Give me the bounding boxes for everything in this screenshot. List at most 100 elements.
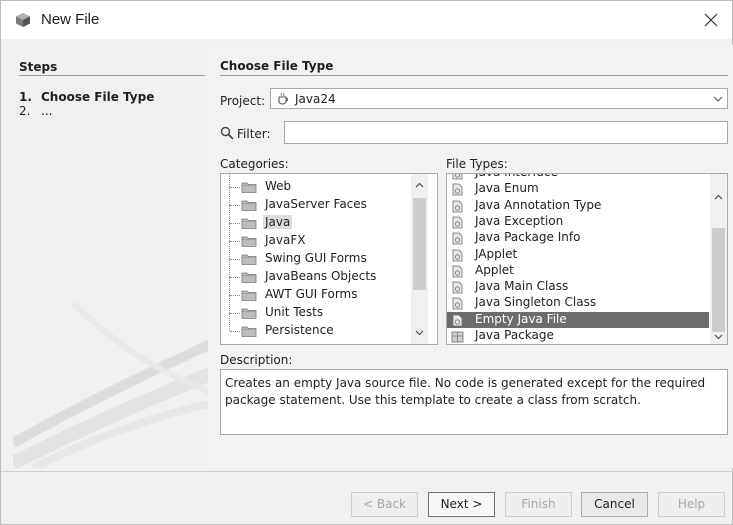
folder-icon — [241, 326, 257, 337]
file-type-item[interactable]: Java Package — [447, 328, 709, 344]
tree-guide — [229, 187, 230, 205]
java-file-icon — [452, 232, 463, 245]
category-label: JavaServer Faces — [265, 197, 367, 211]
step-label: ... — [41, 104, 53, 118]
java-file-icon — [452, 183, 463, 196]
categories-tree[interactable]: Web JavaServer Faces Java JavaFX Swing GUI F… — [220, 173, 438, 345]
file-type-item[interactable]: Applet — [447, 263, 709, 279]
category-item[interactable]: Persistence — [221, 313, 411, 340]
category-label: JavaBeans Objects — [265, 269, 377, 283]
category-label: AWT GUI Forms — [265, 287, 358, 301]
category-item[interactable]: Java — [221, 205, 411, 232]
java-file-icon — [452, 281, 463, 294]
category-item[interactable]: JavaBeans Objects — [221, 259, 411, 286]
title-bar: New File — [1, 1, 732, 39]
window-title: New File — [41, 11, 100, 28]
file-type-item[interactable]: Java Singleton Class — [447, 295, 709, 311]
java-file-icon — [452, 265, 463, 278]
netbeans-cube-icon — [16, 13, 30, 27]
file-type-item[interactable]: Java Package Info — [447, 230, 709, 246]
folder-icon — [241, 290, 257, 301]
project-value: Java24 — [295, 92, 336, 106]
description-text: Creates an empty Java source file. No co… — [220, 369, 728, 435]
new-file-dialog: New File Steps 1. Choose File Type 2.... … — [0, 0, 733, 525]
folder-icon — [241, 182, 257, 193]
java-file-icon — [452, 249, 463, 261]
tree-guide — [230, 277, 240, 278]
step-label: Choose File Type — [41, 90, 155, 104]
file-type-label: Java Exception — [475, 213, 564, 228]
scroll-up-icon[interactable] — [414, 180, 425, 191]
cancel-button[interactable]: Cancel — [581, 492, 648, 517]
folder-icon — [241, 272, 257, 283]
category-label: Web — [265, 179, 292, 193]
category-item[interactable]: AWT GUI Forms — [221, 277, 411, 304]
java-file-icon — [452, 174, 463, 180]
finish-button[interactable]: Finish — [505, 492, 572, 517]
category-label: Persistence — [265, 323, 334, 337]
scroll-down-icon[interactable] — [713, 331, 724, 342]
file-type-item[interactable]: Java Interface — [447, 174, 709, 181]
file-type-item[interactable]: JApplet — [447, 247, 709, 263]
tree-guide — [229, 223, 230, 241]
netbeans-watermark-graphic — [13, 303, 213, 468]
tree-guide — [229, 313, 230, 331]
file-types-label: File Types: — [446, 157, 508, 171]
step-item-next: 2.... — [19, 104, 52, 118]
scroll-down-icon[interactable] — [414, 327, 425, 338]
file-type-label: Java Main Class — [475, 279, 569, 294]
file-type-label: Java Package — [475, 328, 554, 342]
categories-label: Categories: — [220, 157, 289, 171]
content-panel: Choose File Type Project: Java24 Filter:… — [208, 45, 733, 468]
project-select[interactable]: Java24 — [270, 88, 728, 109]
next-button[interactable]: Next > — [428, 492, 495, 517]
category-label: Swing GUI Forms — [265, 251, 367, 265]
file-type-item[interactable]: Java Enum — [447, 181, 709, 197]
page-title: Choose File Type — [220, 59, 334, 73]
folder-icon — [241, 308, 257, 319]
scroll-thumb[interactable] — [712, 228, 725, 332]
back-button[interactable]: < Back — [351, 492, 418, 517]
step-number: 1. — [19, 90, 32, 104]
tree-guide — [230, 205, 240, 206]
tree-guide — [230, 187, 240, 188]
file-type-item[interactable]: Java Exception — [447, 214, 709, 230]
tree-guide — [230, 331, 240, 332]
close-icon[interactable] — [700, 9, 722, 31]
folder-icon — [241, 200, 257, 211]
category-label: Java — [263, 215, 293, 229]
magnifier-icon — [220, 126, 234, 140]
categories-scrollbar[interactable] — [411, 174, 428, 344]
chevron-down-icon — [713, 96, 723, 102]
folder-icon — [241, 218, 257, 229]
tree-guide — [229, 205, 230, 223]
filter-input[interactable] — [284, 121, 728, 144]
file-type-label: Java Annotation Type — [475, 197, 602, 212]
help-button[interactable]: Help — [658, 492, 725, 517]
category-item[interactable]: Web — [221, 174, 411, 196]
tree-guide — [230, 259, 240, 260]
file-type-item[interactable]: Empty Java File — [447, 311, 709, 328]
scroll-up-icon[interactable] — [713, 192, 724, 203]
tree-guide — [229, 241, 230, 259]
step-number: 2. — [19, 104, 31, 118]
scroll-thumb[interactable] — [413, 198, 426, 290]
file-type-item[interactable]: Java Annotation Type — [447, 198, 709, 214]
tree-guide — [229, 259, 230, 277]
file-type-label: JApplet — [475, 246, 518, 261]
java-file-icon — [452, 200, 463, 212]
category-item[interactable]: Unit Tests — [221, 295, 411, 322]
steps-heading: Steps — [19, 60, 58, 74]
java-file-icon — [452, 216, 463, 229]
category-item[interactable]: JavaFX — [221, 223, 411, 250]
file-type-label: Java Enum — [475, 181, 539, 196]
file-types-list[interactable]: Java Interface Java EnumJava Annotation T… — [446, 173, 728, 345]
file-types-scrollbar[interactable] — [710, 174, 727, 344]
file-type-item[interactable]: Java Main Class — [447, 279, 709, 295]
content-divider — [220, 75, 728, 76]
category-label: Unit Tests — [265, 305, 324, 319]
steps-divider — [19, 75, 205, 76]
file-type-label: Java Singleton Class — [475, 295, 597, 310]
category-item[interactable]: Swing GUI Forms — [221, 241, 411, 268]
category-item[interactable]: JavaServer Faces — [221, 187, 411, 214]
